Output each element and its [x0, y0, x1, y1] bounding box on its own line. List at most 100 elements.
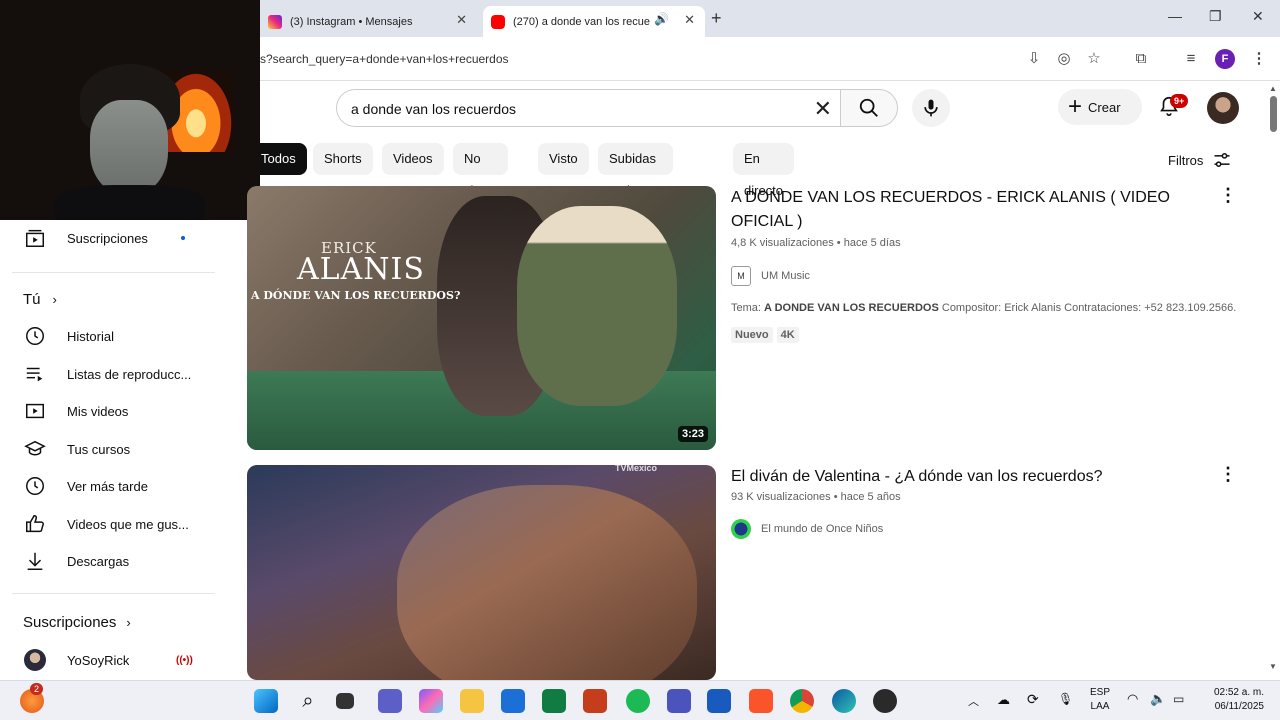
subscriptions-section-heading[interactable]: Suscripciones › — [23, 614, 131, 631]
view-count: 4,8 K visualizaciones — [731, 237, 834, 249]
channel-link[interactable]: M UM Music — [731, 266, 810, 286]
tab-youtube[interactable]: (270) a donde van los recue 🔊 ✕ — [483, 6, 705, 37]
instagram-icon — [268, 14, 282, 29]
sidebar-label: Tus cursos — [67, 441, 131, 457]
chip-shorts[interactable]: Shorts — [313, 143, 373, 175]
store-icon[interactable] — [501, 689, 525, 713]
video-thumbnail[interactable]: TVMexico — [247, 465, 716, 680]
video-title[interactable]: El diván de Valentina - ¿A dónde van los… — [731, 465, 1191, 489]
upload-age: hace 5 años — [840, 491, 901, 503]
star-icon[interactable]: ☆ — [1084, 49, 1104, 69]
chip-visto[interactable]: Visto — [538, 143, 589, 175]
tab-instagram[interactable]: (3) Instagram • Mensajes ✕ — [262, 6, 477, 37]
install-icon[interactable]: ⇩ — [1024, 49, 1044, 69]
channel-link[interactable]: El mundo de Once Niños — [731, 519, 883, 539]
brave-icon[interactable] — [749, 689, 773, 713]
new-tab-button[interactable]: + — [711, 8, 722, 29]
sidebar-item-playlists[interactable]: Listas de reproducc... — [0, 356, 220, 392]
microphone-icon[interactable]: 🎙 — [1058, 692, 1073, 706]
close-window-button[interactable]: ✕ — [1252, 8, 1264, 25]
sidebar-item-liked[interactable]: Videos que me gus... — [0, 506, 220, 542]
chip-videos[interactable]: Videos — [382, 143, 444, 175]
speaker-icon[interactable]: 🔊 — [654, 12, 669, 26]
duration-badge: 3:23 — [677, 426, 708, 442]
avatar[interactable] — [1207, 92, 1239, 124]
teams-work-icon[interactable] — [667, 689, 691, 713]
sidebar-item-history[interactable]: Historial — [0, 318, 220, 354]
chip-no-vistos[interactable]: No vistos — [453, 143, 509, 198]
search-icon[interactable]: ⌕ — [296, 689, 320, 713]
video-title[interactable]: A DONDE VAN LOS RECUERDOS - ERICK ALANIS… — [731, 186, 1191, 234]
chip-subidas-recientes[interactable]: Subidas recientes — [598, 143, 673, 198]
task-view-icon[interactable] — [336, 693, 354, 709]
powerpoint-icon[interactable] — [583, 689, 607, 713]
scrollbar[interactable]: ▲ ▼ — [1268, 84, 1280, 676]
history-icon — [26, 327, 44, 345]
copilot-icon[interactable] — [419, 689, 443, 713]
search-icon — [859, 98, 878, 117]
more-options-icon[interactable]: ⋮ — [1219, 465, 1237, 483]
minimize-button[interactable]: — — [1168, 8, 1182, 24]
badge-4k: 4K — [776, 327, 799, 343]
media-icon[interactable]: ≡ — [1181, 49, 1201, 69]
subscriptions-icon — [26, 229, 44, 247]
restore-button[interactable]: ❐ — [1209, 8, 1222, 25]
profile-icon[interactable]: F — [1215, 49, 1235, 69]
edge-icon[interactable] — [832, 689, 856, 713]
url-field[interactable]: s?search_query=a+donde+van+los+recuerdos — [260, 52, 509, 66]
clear-icon[interactable]: ✕ — [814, 96, 832, 122]
sidebar-item-watch-later[interactable]: Ver más tarde — [0, 468, 220, 504]
tab-title: (3) Instagram • Mensajes — [290, 15, 413, 28]
sidebar-label: Listas de reproducc... — [67, 366, 192, 382]
file-explorer-icon[interactable] — [460, 689, 484, 713]
battery-icon[interactable]: ▭ — [1173, 692, 1184, 706]
scroll-thumb[interactable] — [1270, 96, 1277, 132]
microphone-icon — [924, 99, 938, 117]
scroll-up-icon[interactable]: ▲ — [1269, 84, 1277, 93]
sidebar-item-downloads[interactable]: Descargas — [0, 543, 220, 579]
you-section-heading[interactable]: Tú › — [23, 291, 57, 308]
divider — [12, 272, 215, 273]
create-button[interactable]: + Crear — [1058, 89, 1142, 125]
eye-off-icon[interactable]: ◎ — [1054, 49, 1074, 69]
chevron-up-icon[interactable]: ︿ — [968, 693, 979, 709]
chevron-right-icon: › — [126, 615, 131, 630]
video-thumbnail[interactable]: ERICK ALANIS A DÓNDE VAN LOS RECUERDOS? … — [247, 186, 716, 450]
menu-icon[interactable]: ⋮ — [1249, 49, 1269, 69]
filters-button[interactable]: Filtros — [1168, 150, 1233, 170]
create-label: Crear — [1088, 99, 1121, 115]
excel-icon[interactable] — [542, 689, 566, 713]
close-icon[interactable]: ✕ — [456, 12, 467, 28]
scroll-down-icon[interactable]: ▼ — [1269, 662, 1277, 671]
language-indicator[interactable]: ESP LAA — [1088, 686, 1112, 714]
search-button[interactable] — [840, 89, 898, 127]
voice-search-button[interactable] — [912, 89, 950, 127]
sidebar-item-courses[interactable]: Tus cursos — [0, 431, 220, 467]
windows-start-icon[interactable] — [254, 689, 278, 713]
channel-icon — [731, 519, 751, 539]
teams-icon[interactable] — [378, 689, 402, 713]
volume-icon[interactable]: 🔈 — [1150, 691, 1166, 707]
spotify-icon[interactable] — [626, 689, 650, 713]
sidebar-item-subscriptions[interactable]: Suscripciones — [0, 220, 220, 256]
chip-en-directo[interactable]: En directo — [733, 143, 795, 198]
obs-icon[interactable] — [873, 689, 897, 713]
clock-date: 06/11/2025 — [1214, 701, 1264, 712]
sidebar-item-channel[interactable]: YoSoyRick ((•)) — [0, 642, 220, 678]
sidebar-label: Videos que me gus... — [67, 516, 189, 532]
extensions-icon[interactable]: ⧉ — [1131, 49, 1151, 69]
cloud-icon[interactable]: ☁ — [997, 692, 1010, 708]
wifi-icon[interactable]: ◠ — [1127, 691, 1138, 707]
new-content-dot — [181, 236, 185, 240]
more-options-icon[interactable]: ⋮ — [1219, 186, 1237, 204]
sidebar-item-my-videos[interactable]: Mis videos — [0, 393, 220, 429]
close-icon[interactable]: ✕ — [684, 12, 695, 28]
word-icon[interactable] — [707, 689, 731, 713]
sync-icon[interactable]: ⟳ — [1027, 691, 1039, 708]
lang-top: ESP — [1089, 687, 1110, 698]
clock[interactable]: 02:52 a. m. 06/11/2025 — [1196, 686, 1264, 714]
thumb-subtitle: A DÓNDE VAN LOS RECUERDOS? — [251, 289, 461, 302]
search-input[interactable]: a donde van los recuerdos ✕ — [336, 89, 840, 127]
video-description: Tema: A DONDE VAN LOS RECUERDOS Composit… — [731, 302, 1236, 314]
chrome-icon[interactable] — [790, 689, 814, 713]
